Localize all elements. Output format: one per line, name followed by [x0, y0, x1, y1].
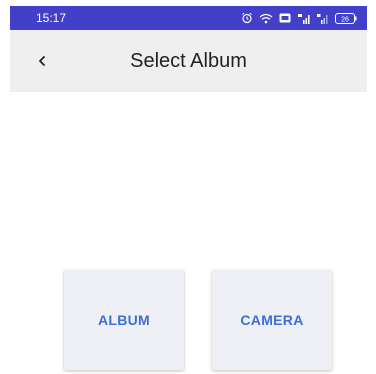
signal-icon-2 — [317, 13, 329, 24]
status-time: 15:17 — [36, 11, 67, 25]
battery-icon: 26 — [335, 12, 357, 24]
app-bar: Select Album — [10, 30, 367, 92]
hd-icon — [279, 13, 291, 23]
album-button[interactable]: ALBUM — [64, 270, 184, 370]
camera-button[interactable]: CAMERA — [212, 270, 332, 370]
signal-icon — [297, 13, 311, 24]
status-bar: 15:17 26 — [10, 6, 367, 30]
wifi-icon — [259, 13, 273, 24]
alarm-icon — [241, 12, 253, 24]
battery-level: 26 — [341, 16, 349, 23]
status-icons: 26 — [241, 12, 357, 24]
page-title: Select Album — [130, 49, 247, 72]
